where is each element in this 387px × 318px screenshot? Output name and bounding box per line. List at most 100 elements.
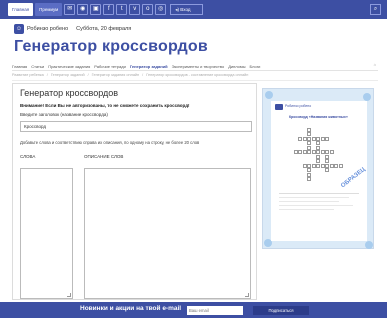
crossword-cell: [307, 172, 311, 177]
crossword-cell: [298, 136, 302, 141]
title-field-label: Введите заголовок (название кроссворда): [20, 112, 108, 117]
auth-warning: Внимание! Если Вы не авторизованы, то не…: [20, 103, 190, 108]
crossword-cell: [316, 154, 320, 159]
breadcrumb-separator: /: [87, 73, 89, 77]
tab-premium[interactable]: Премиум: [35, 3, 63, 16]
generator-form: Генератор кроссвордов Внимание! Если Вы …: [12, 83, 257, 300]
preview-line: [279, 205, 353, 206]
preview-line: [279, 201, 339, 202]
crossword-cell: [320, 163, 325, 168]
twitter-icon[interactable]: t: [116, 4, 128, 15]
subheader: ☺ Робинзо робено Суббота, 20 февраля: [14, 23, 131, 35]
preview-divider: [279, 193, 359, 194]
menu-item-workbooks[interactable]: Рабочие тетради: [94, 64, 126, 69]
facebook-icon[interactable]: f: [103, 4, 115, 15]
site-name: Робинзо робено: [27, 26, 69, 32]
menu-item-generator[interactable]: Генератор заданий: [130, 64, 168, 69]
crossword-cell: [311, 150, 316, 154]
breadcrumb-item[interactable]: Генератор заданий: [51, 73, 85, 80]
newsletter-footer: Новинки и акции на твой e-mail Подписать…: [0, 302, 387, 318]
breadcrumb-current: Генератор кроссвордов - составление крос…: [146, 73, 249, 77]
menu-item-blogs[interactable]: Блоги: [250, 64, 261, 69]
crossword-cell: [325, 168, 329, 172]
crossword-cell: [307, 141, 311, 145]
newsletter-text: Новинки и акции на твой e-mail: [80, 305, 182, 312]
vk-icon[interactable]: v: [129, 4, 141, 15]
menu-item-diplomas[interactable]: Дипломы: [228, 64, 245, 69]
odnoklassniki-icon[interactable]: о: [142, 4, 154, 15]
preview-sheet: Робинзо робено Кроссворд «Названия живот…: [271, 101, 367, 241]
preview-line: [279, 209, 334, 210]
menu-item-practical[interactable]: Практические задания: [48, 64, 90, 69]
mail-icon[interactable]: ✉: [64, 4, 76, 15]
crossword-cell: [316, 150, 320, 154]
crossword-cell: [307, 163, 311, 168]
newsletter-email-input[interactable]: [187, 306, 243, 315]
tab-home[interactable]: Главная: [8, 3, 34, 16]
descriptions-textarea[interactable]: [84, 168, 251, 299]
crossword-cell: [302, 163, 307, 168]
crossword-cell: [316, 145, 320, 150]
crossword-cell: [320, 150, 325, 154]
words-textarea[interactable]: [20, 168, 73, 299]
crossword-cell: [307, 132, 311, 136]
crossword-title-input[interactable]: [20, 121, 252, 132]
crossword-cell: [320, 136, 325, 141]
crossword-cell: [302, 150, 307, 154]
preview-line: [279, 197, 349, 198]
crossword-cell: [316, 136, 320, 141]
descriptions-column-label: ОПИСАНИЕ СЛОВ: [84, 154, 124, 159]
menu-more-icon[interactable]: ⌂: [374, 62, 376, 67]
preview-site-name: Робинзо робено: [285, 104, 312, 108]
breadcrumb-item[interactable]: Развитие ребенка: [12, 73, 44, 80]
preview-sheet-title: Кроссворд «Названия животных»: [289, 115, 348, 119]
subscribe-button[interactable]: Подписаться: [253, 306, 309, 315]
login-button[interactable]: ◂) Вход: [170, 4, 204, 15]
crossword-preview[interactable]: Робинзо робено Кроссворд «Названия живот…: [262, 88, 374, 249]
crossword-cell: [316, 141, 320, 145]
crossword-cell: [325, 150, 329, 154]
crossword-cell: [307, 127, 311, 132]
crossword-cell: [338, 163, 343, 168]
rss-icon[interactable]: ◉: [77, 4, 89, 15]
breadcrumb-item[interactable]: Генератор задания онлайн: [92, 73, 140, 80]
crossword-cell: [325, 154, 329, 159]
crossword-cell: [325, 159, 329, 163]
decor-dot: [365, 241, 373, 249]
page-title: Генератор кроссвордов: [14, 38, 208, 55]
breadcrumb: Развитие ребенка / Генератор заданий / Ген…: [12, 73, 378, 81]
resize-handle-icon[interactable]: [245, 293, 249, 297]
crossword-cell: [307, 150, 311, 154]
crossword-cell: [316, 163, 320, 168]
crossword-cell: [311, 163, 316, 168]
crossword-cell: [293, 150, 298, 154]
crossword-cell: [307, 168, 311, 172]
crossword-cell: [307, 136, 311, 141]
top-bar: Главная Премиум ✉ ◉ ▣ f t v о ◎ ◂) Вход …: [0, 0, 387, 19]
preview-logo-icon: [275, 104, 283, 110]
login-label: Вход: [180, 7, 191, 12]
crossword-cell: [325, 136, 329, 141]
site-logo[interactable]: ☺ Робинзо робено: [14, 24, 68, 34]
crossword-cell: [311, 136, 316, 141]
words-column-label: СЛОВА: [20, 154, 36, 159]
current-date: Суббота, 20 февраля: [76, 26, 132, 32]
decor-dot: [363, 93, 371, 101]
breadcrumb-separator: /: [46, 73, 48, 77]
crossword-cell: [334, 163, 338, 168]
logo-icon: ☺: [14, 24, 24, 34]
bookmark-icon[interactable]: ▣: [90, 4, 102, 15]
resize-handle-icon[interactable]: [67, 293, 71, 297]
breadcrumb-separator: /: [142, 73, 144, 77]
crossword-cell: [298, 150, 302, 154]
instagram-icon[interactable]: ◎: [155, 4, 167, 15]
search-icon[interactable]: ⌕: [370, 4, 381, 15]
crossword-cell: [325, 163, 329, 168]
crossword-cell: [329, 150, 334, 154]
crossword-cell: [302, 136, 307, 141]
main-menu: Главная Статьи Практические задания Рабо…: [12, 62, 378, 71]
crossword-cell: [329, 163, 334, 168]
menu-item-home[interactable]: Главная: [12, 64, 27, 69]
menu-item-experiments[interactable]: Эксперименты и творчество: [172, 64, 225, 69]
menu-item-articles[interactable]: Статьи: [31, 64, 44, 69]
